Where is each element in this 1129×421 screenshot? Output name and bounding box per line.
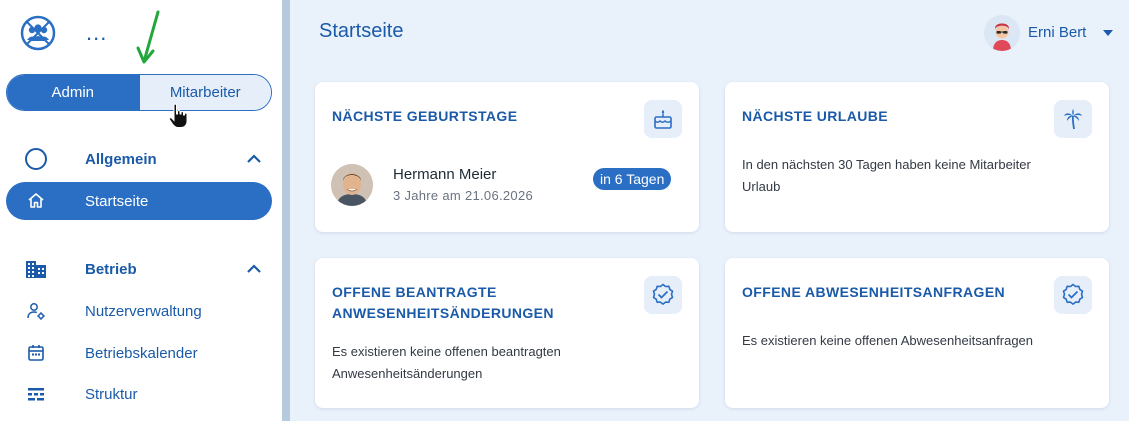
home-icon	[28, 193, 44, 208]
sidebar-item-betriebskalender[interactable]: Betriebskalender	[6, 334, 272, 372]
card-title: OFFENE ABWESENHEITSANFRAGEN	[742, 284, 1006, 300]
user-name[interactable]: Erni Bert	[1028, 24, 1086, 41]
sidebar: ... Admin Mitarbeiter Allgemein Startsei…	[0, 0, 282, 421]
page-title: Startseite	[319, 20, 404, 42]
days-until-badge: in 6 Tagen	[593, 168, 672, 190]
card-icon-box	[1054, 100, 1092, 138]
hand-pointer-icon	[168, 103, 188, 128]
card-title: NÄCHSTE GEBURTSTAGE	[332, 108, 518, 124]
person-name[interactable]: Hermann Meier	[393, 166, 496, 183]
sidebar-item-startseite[interactable]: Startseite	[6, 182, 272, 220]
card-empty-text: In den nächsten 30 Tagen haben keine Mit…	[742, 157, 1031, 194]
app-logo-icon[interactable]	[20, 15, 56, 51]
verified-badge-icon	[1062, 283, 1084, 305]
user-settings-icon	[27, 303, 45, 320]
card-empty-text: Es existieren keine offenen beantragten …	[332, 344, 561, 381]
nav-group-allgemein[interactable]: Allgemein	[0, 142, 282, 176]
palm-tree-icon	[1064, 109, 1082, 130]
person-photo	[331, 164, 373, 206]
sidebar-scrollbar[interactable]	[282, 0, 290, 421]
card-empty-text: Es existieren keine offenen Abwesenheits…	[742, 333, 1034, 348]
nav-group-betrieb[interactable]: Betrieb	[0, 252, 282, 286]
sidebar-item-label: Startseite	[85, 192, 149, 210]
card-title: OFFENE BEANTRAGTE ANWESENHEITSÄNDERUNGEN	[332, 284, 554, 321]
person-portrait-icon	[331, 164, 373, 206]
user-menu[interactable]: Erni Bert	[984, 15, 1116, 51]
role-toggle: Admin Mitarbeiter	[6, 74, 272, 111]
sidebar-item-struktur[interactable]: Struktur	[6, 375, 272, 413]
role-employee-button[interactable]: Mitarbeiter	[138, 75, 271, 110]
role-admin-button[interactable]: Admin	[7, 75, 139, 110]
card-vacations: NÄCHSTE URLAUBE In den nächsten 30 Tagen…	[725, 82, 1109, 232]
card-title: NÄCHSTE URLAUBE	[742, 108, 888, 124]
sidebar-item-nutzerverwaltung[interactable]: Nutzerverwaltung	[6, 292, 272, 330]
card-birthdays: NÄCHSTE GEBURTSTAGE Hermann Meier 3 Jahr…	[315, 82, 699, 232]
card-attendance-changes: OFFENE BEANTRAGTE ANWESENHEITSÄNDERUNGEN…	[315, 258, 699, 408]
caret-down-icon[interactable]	[1102, 28, 1114, 38]
person-birthday-detail: 3 Jahre am 21.06.2026	[393, 188, 534, 203]
annotation-arrow-icon	[136, 10, 160, 64]
sidebar-item-label: Betriebskalender	[85, 344, 198, 362]
building-icon	[26, 261, 46, 278]
sidebar-item-label: Struktur	[85, 385, 138, 403]
card-icon-box	[1054, 276, 1092, 314]
nav-group-label: Betrieb	[85, 260, 137, 278]
chevron-up-icon[interactable]	[245, 150, 263, 168]
structure-icon	[28, 388, 44, 401]
avatar[interactable]	[984, 15, 1020, 51]
user-avatar-icon	[984, 15, 1020, 51]
sidebar-item-label: Nutzerverwaltung	[85, 302, 202, 320]
verified-badge-icon	[652, 283, 674, 305]
cake-icon	[654, 110, 672, 129]
chevron-up-icon[interactable]	[245, 260, 263, 278]
card-absence-requests: OFFENE ABWESENHEITSANFRAGEN Es existiere…	[725, 258, 1109, 408]
calendar-icon	[28, 345, 44, 361]
card-icon-box	[644, 276, 682, 314]
more-menu-button[interactable]: ...	[86, 18, 107, 48]
nav-group-label: Allgemein	[85, 150, 157, 168]
circle-icon	[25, 148, 47, 170]
card-icon-box	[644, 100, 682, 138]
